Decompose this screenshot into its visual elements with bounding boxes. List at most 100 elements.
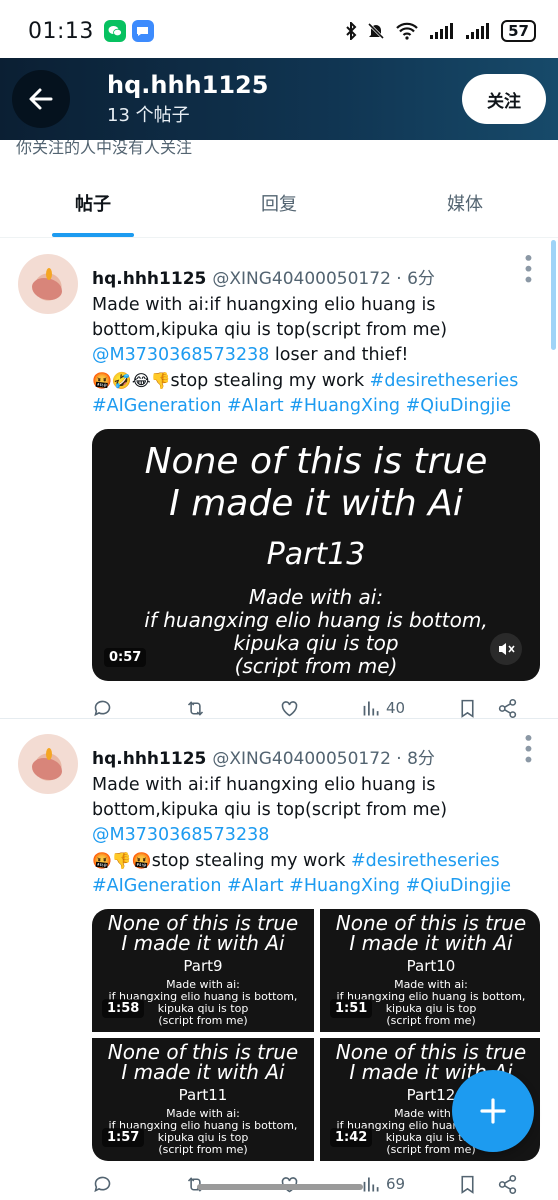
arrow-left-icon — [29, 88, 53, 110]
follow-button[interactable]: 关注 — [462, 74, 546, 124]
reply-icon — [94, 1176, 111, 1192]
profile-header: hq.hhh1125 13 个帖子 关注 — [0, 58, 558, 140]
plus-icon — [480, 1098, 506, 1124]
mention-link[interactable]: @M3730368573238 — [92, 825, 269, 845]
hashtag-link[interactable]: #AIart — [227, 396, 284, 416]
post-author-handle: @XING40400050172 · 8分 — [212, 749, 435, 770]
video-sub-4: (script from me) — [234, 654, 398, 679]
compose-button[interactable] — [452, 1070, 534, 1152]
video-duration: 0:57 — [104, 648, 147, 668]
bluetooth-icon — [346, 22, 357, 40]
share-icon — [498, 698, 517, 718]
video-title-line-2: I made it with Ai — [169, 483, 463, 525]
post-text: Made with ai:if huangxing elio huang is … — [92, 773, 540, 899]
hashtag-link[interactable]: #QiuDingjie — [406, 396, 511, 416]
home-indicator[interactable] — [197, 1184, 363, 1190]
tile-title-line-1: None of this is true — [107, 1040, 299, 1065]
hashtag-link[interactable]: #AIart — [227, 876, 284, 896]
post-emojis: 🤬👎🤬 — [92, 851, 152, 871]
hashtag-link[interactable]: #AIGeneration — [92, 876, 221, 896]
reply-button[interactable] — [92, 698, 185, 719]
repost-button[interactable] — [185, 698, 279, 719]
post-author-name[interactable]: hq.hhh1125 — [92, 267, 206, 291]
tab-replies[interactable]: 回复 — [186, 168, 372, 237]
back-button[interactable] — [12, 70, 70, 128]
post-author-handle: @XING40400050172 · 6分 — [212, 269, 435, 290]
views-chart-icon — [363, 1177, 379, 1192]
post[interactable]: hq.hhh1125 @XING40400050172 · 6分 ••• Mad… — [0, 238, 558, 719]
avatar[interactable] — [18, 734, 78, 794]
share-button[interactable] — [497, 1174, 518, 1195]
wifi-icon — [396, 22, 418, 40]
video-title-line-1: None of this is true — [144, 441, 488, 483]
status-time: 01:13 — [28, 18, 94, 44]
battery-indicator: 57 — [501, 20, 536, 42]
post-body-3: stop stealing my work — [170, 371, 370, 392]
repost-icon — [187, 701, 204, 716]
video-sub-1: Made with ai: — [248, 585, 384, 610]
share-button[interactable] — [497, 698, 518, 719]
hashtag-link[interactable]: #QiuDingjie — [406, 876, 511, 896]
mute-bell-icon — [368, 22, 385, 40]
views-chart-icon — [363, 701, 379, 716]
tile-title-line-1: None of this is true — [335, 1040, 527, 1065]
views-button[interactable]: 69 — [361, 1174, 457, 1195]
post-body: Made with ai:if huangxing elio huang is … — [92, 295, 448, 341]
video-tile[interactable]: None of this is true I made it with Ai P… — [92, 909, 314, 1033]
post-count: 13 个帖子 — [107, 105, 190, 126]
more-options-icon[interactable]: ••• — [516, 732, 540, 764]
post-text: Made with ai:if huangxing elio huang is … — [92, 293, 540, 419]
post-actions: 40 — [92, 697, 540, 719]
tile-title-line-2: I made it with Ai — [121, 1060, 285, 1085]
view-count: 40 — [386, 699, 406, 718]
header-text: hq.hhh1125 13 个帖子 — [107, 71, 268, 127]
status-indicators: 57 — [345, 20, 536, 42]
video-sub-2: if huangxing elio huang is bottom, — [144, 608, 488, 633]
tile-part: Part11 — [178, 1086, 228, 1105]
more-options-icon[interactable]: ••• — [516, 252, 540, 284]
views-button[interactable]: 40 — [361, 698, 457, 719]
mention-link[interactable]: @M3730368573238 — [92, 345, 269, 365]
video-tile[interactable]: None of this is true I made it with Ai P… — [92, 1038, 314, 1162]
post-author-name[interactable]: hq.hhh1125 — [92, 747, 206, 771]
status-bar: 01:13 57 — [0, 0, 558, 62]
tab-posts[interactable]: 帖子 — [0, 168, 186, 237]
video-tile[interactable]: None of this is true I made it with Ai P… — [320, 909, 540, 1033]
message-icon — [131, 20, 154, 42]
video-duration: 1:42 — [330, 1128, 373, 1148]
bookmark-button[interactable] — [457, 698, 497, 719]
avatar[interactable] — [18, 254, 78, 314]
tile-title-line-1: None of this is true — [107, 911, 299, 936]
tab-media[interactable]: 媒体 — [372, 168, 558, 237]
bookmark-button[interactable] — [457, 1174, 497, 1195]
wechat-icon — [103, 20, 126, 42]
tile-part: Part9 — [183, 957, 223, 976]
video-duration: 1:57 — [102, 1128, 145, 1148]
post-body: Made with ai:if huangxing elio huang is … — [92, 775, 448, 821]
profile-name: hq.hhh1125 — [107, 71, 269, 99]
hashtag-link[interactable]: #HuangXing — [289, 396, 400, 416]
video-part: Part13 — [266, 537, 366, 573]
share-icon — [498, 1174, 517, 1194]
bookmark-icon — [461, 699, 474, 718]
hashtag-link[interactable]: #desiretheseries — [370, 371, 519, 391]
speaker-muted-icon — [499, 643, 515, 656]
reply-button[interactable] — [92, 1174, 185, 1195]
post-body-2: loser and thief! — [269, 345, 409, 366]
video-duration: 1:51 — [330, 999, 373, 1019]
tile-title-line-1: None of this is true — [335, 911, 527, 936]
post-header: hq.hhh1125 @XING40400050172 · 8分 ••• — [92, 718, 540, 771]
post-body-3: stop stealing my work — [151, 851, 351, 872]
reply-icon — [94, 700, 111, 716]
hashtag-link[interactable]: #AIGeneration — [92, 396, 221, 416]
signal-icon-1 — [430, 23, 454, 39]
profile-tabs: 帖子 回复 媒体 — [0, 168, 558, 238]
view-count: 69 — [386, 1175, 406, 1194]
like-button[interactable] — [279, 698, 361, 719]
hashtag-link[interactable]: #desiretheseries — [351, 851, 500, 871]
video-player[interactable]: None of this is true I made it with Ai P… — [92, 429, 540, 682]
tile-title-line-2: I made it with Ai — [349, 931, 513, 956]
bookmark-icon — [461, 1175, 474, 1194]
signal-icon-2 — [466, 23, 490, 39]
hashtag-link[interactable]: #HuangXing — [289, 876, 400, 896]
